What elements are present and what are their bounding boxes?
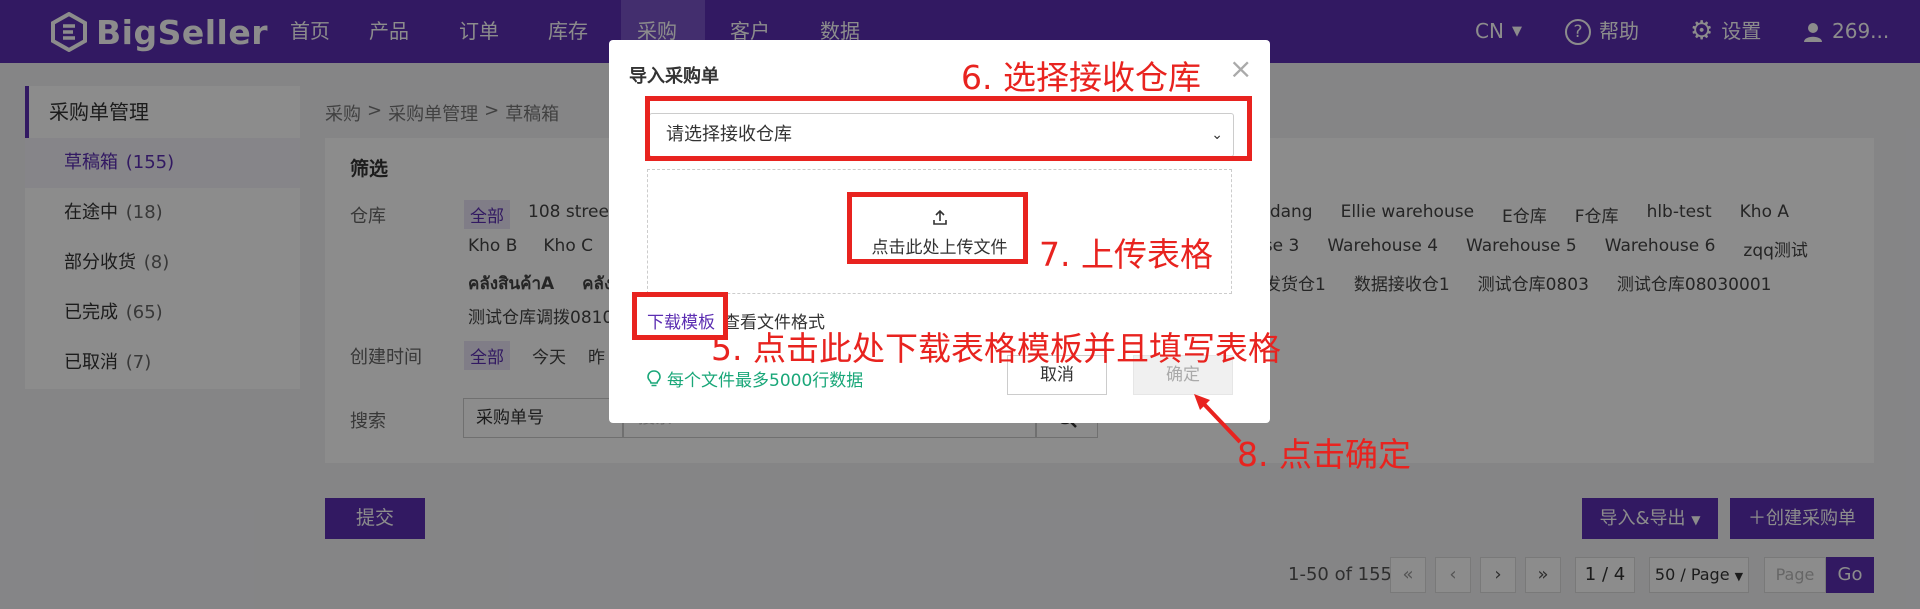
highlight-warehouse-select	[645, 96, 1252, 161]
modal-title: 导入采购单	[629, 66, 719, 87]
annotation-step-5: 5. 点击此处下载表格模板并且填写表格	[711, 329, 1281, 368]
annotation-step-6: 6. 选择接收仓库	[961, 58, 1201, 97]
lightbulb-icon	[647, 369, 661, 386]
annotation-step-7: 7. 上传表格	[1039, 235, 1213, 274]
close-icon[interactable]: ×	[1229, 52, 1252, 85]
arrow-annotation-icon	[1194, 394, 1242, 444]
annotation-step-8: 8. 点击确定	[1237, 435, 1411, 474]
highlight-upload-area	[847, 192, 1028, 264]
